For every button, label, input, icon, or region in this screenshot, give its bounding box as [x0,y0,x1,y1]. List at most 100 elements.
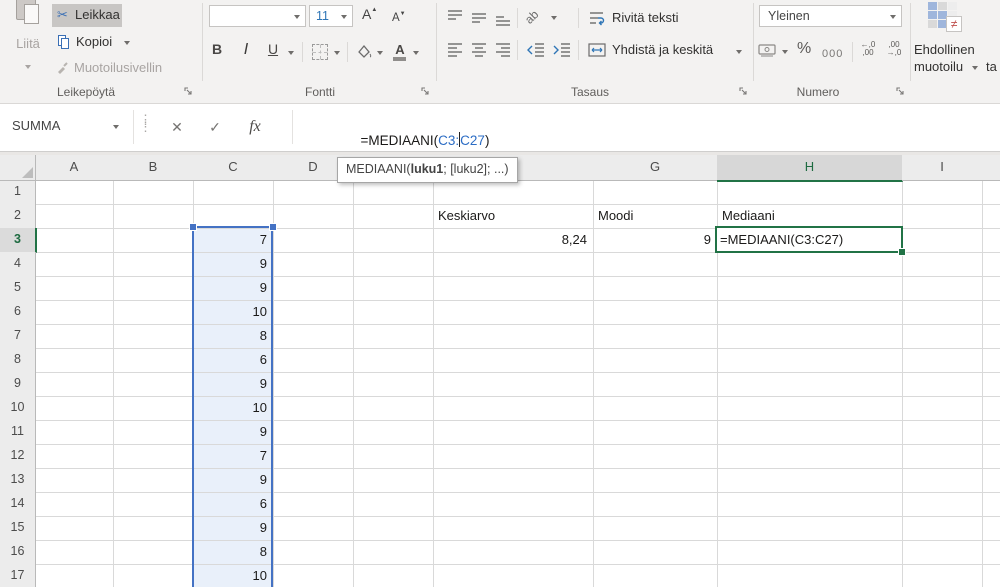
font-size-combobox[interactable]: 11 [309,5,353,27]
align-middle-icon[interactable] [470,8,488,26]
row-header-5[interactable]: 5 [0,276,36,301]
number-format-combobox[interactable]: Yleinen [759,5,902,27]
active-cell-editor[interactable]: =MEDIAANI(C3:C27) [715,226,903,253]
increase-indent-icon[interactable] [552,40,572,58]
currency-button[interactable] [758,42,788,62]
row-header-9[interactable]: 9 [0,372,36,397]
row-header-2[interactable]: 2 [0,204,36,229]
row-header-17[interactable]: 17 [0,564,36,587]
column-header-C[interactable]: C [193,155,274,181]
align-left-icon[interactable] [446,40,464,58]
name-box[interactable]: SUMMA [0,104,133,150]
row-header-1[interactable]: 1 [0,180,36,205]
row-header-13[interactable]: 13 [0,468,36,493]
cell-G3[interactable]: 9 [593,228,711,252]
font-dialog-launcher-icon[interactable] [421,87,431,97]
grow-font-button[interactable]: A▲ [362,6,384,26]
underline-button[interactable]: U [264,41,282,63]
borders-button[interactable] [312,44,328,60]
column-header-B[interactable]: B [113,155,194,181]
align-bottom-icon[interactable] [494,8,512,26]
column-header-G[interactable]: G [593,155,718,181]
merge-center-button[interactable]: Yhdistä ja keskitä [588,40,752,62]
column-header-A[interactable]: A [35,155,114,181]
row-header-10[interactable]: 10 [0,396,36,421]
borders-dropdown-icon[interactable] [334,51,340,55]
percent-button[interactable]: % [797,40,819,62]
cell-H2[interactable]: Mediaani [722,204,897,228]
conditional-formatting-button[interactable]: ≠ Ehdollinen muotoilu ta [912,0,1000,80]
select-all-corner[interactable] [0,155,36,181]
align-top-icon[interactable] [446,8,464,26]
fill-color-dropdown-icon[interactable] [377,51,383,55]
range-handle-top-right[interactable] [269,223,277,231]
decrease-indent-icon[interactable] [526,40,546,58]
separator [852,42,853,62]
cell-F3[interactable]: 8,24 [433,228,587,252]
row-header-16[interactable]: 16 [0,540,36,565]
formula-bar-drag-dots-icon[interactable]: ⋮⋮ [139,116,152,130]
cell-C6[interactable]: 10 [195,300,267,324]
cell-C5[interactable]: 9 [195,276,267,300]
cell-G2[interactable]: Moodi [598,204,712,228]
format-painter-button[interactable]: Muotoilusivellin [52,57,202,79]
comma-style-button[interactable]: 000 [822,44,850,62]
cell-C7[interactable]: 8 [195,324,267,348]
cell-C14[interactable]: 6 [195,492,267,516]
copy-button[interactable]: Kopioi [52,31,142,54]
cell-C3[interactable]: 7 [195,228,267,252]
cell-C16[interactable]: 8 [195,540,267,564]
cancel-button[interactable]: ✕ [164,115,190,139]
row-header-12[interactable]: 12 [0,444,36,469]
row-header-8[interactable]: 8 [0,348,36,373]
comma-style-label: 000 [822,48,843,60]
shrink-font-button[interactable]: A▼ [392,8,414,28]
font-name-combobox[interactable] [209,5,306,27]
fill-handle[interactable] [898,248,906,256]
row-header-14[interactable]: 14 [0,492,36,517]
percent-label: % [797,40,811,57]
cell-C12[interactable]: 7 [195,444,267,468]
row-header-15[interactable]: 15 [0,516,36,541]
row-header-4[interactable]: 4 [0,252,36,277]
orientation-dropdown-icon[interactable] [551,16,557,20]
column-header-H[interactable]: H [717,155,903,182]
alignment-dialog-launcher-icon[interactable] [739,87,749,97]
underline-dropdown-icon[interactable] [288,51,294,55]
number-dialog-launcher-icon[interactable] [896,87,906,97]
grow-font-label: A [362,6,371,22]
fill-color-icon[interactable] [355,43,373,61]
font-color-dropdown-icon[interactable] [413,51,419,55]
italic-button[interactable]: I [238,41,254,63]
font-color-button[interactable]: A [391,41,409,63]
cell-C17[interactable]: 10 [195,564,267,587]
cell-C9[interactable]: 9 [195,372,267,396]
orientation-button[interactable]: ab [525,8,549,28]
cell-C4[interactable]: 9 [195,252,267,276]
increase-decimal-button[interactable]: ←,0 ,00 [858,41,878,61]
align-center-icon[interactable] [470,40,488,58]
cell-C13[interactable]: 9 [195,468,267,492]
cut-button[interactable]: ✂ Leikkaa [52,4,122,27]
enter-button[interactable]: ✓ [202,115,228,139]
row-header-7[interactable]: 7 [0,324,36,349]
insert-function-button[interactable]: fx [242,115,268,139]
cell-C11[interactable]: 9 [195,420,267,444]
column-header-I[interactable]: I [902,155,983,181]
spreadsheet[interactable]: ABCDEFGHI1234567891011121314151617799108… [0,155,1000,587]
wrap-text-button[interactable]: Rivitä teksti [588,8,748,30]
cell-F2[interactable]: Keskiarvo [438,204,588,228]
cell-C10[interactable]: 10 [195,396,267,420]
cell-C8[interactable]: 6 [195,348,267,372]
clipboard-dialog-launcher-icon[interactable] [184,87,194,97]
decrease-decimal-button[interactable]: ,00 →,0 [884,41,904,61]
row-header-11[interactable]: 11 [0,420,36,445]
align-right-icon[interactable] [494,40,512,58]
bold-button[interactable]: B [207,41,227,63]
cell-C15[interactable]: 9 [195,516,267,540]
row-header-3[interactable]: 3 [0,228,37,253]
paste-button[interactable]: Liitä [4,0,52,82]
row-header-6[interactable]: 6 [0,300,36,325]
formula-tail: ) [485,133,490,148]
range-handle-top-left[interactable] [189,223,197,231]
